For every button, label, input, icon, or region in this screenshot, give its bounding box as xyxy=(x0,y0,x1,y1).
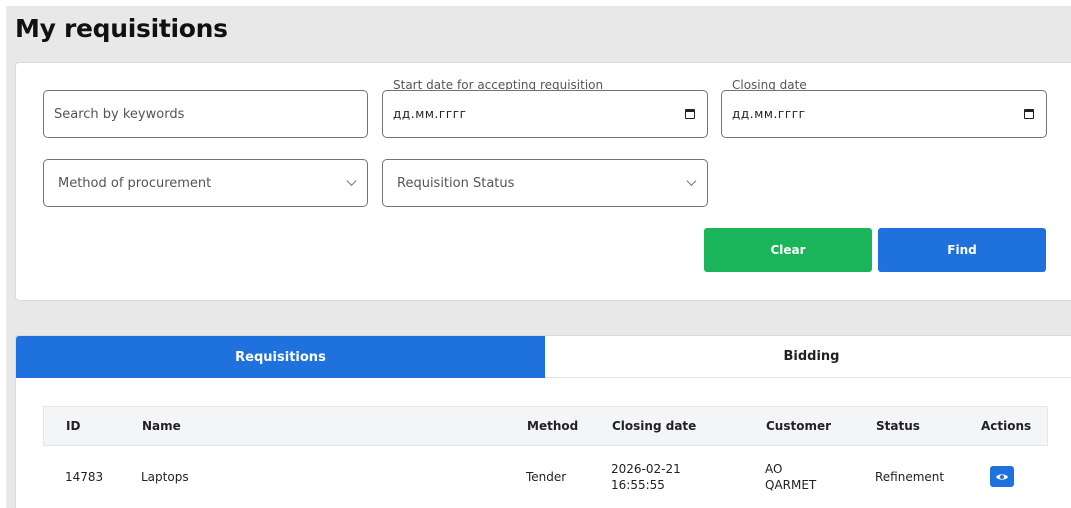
status-select[interactable]: Requisition Status xyxy=(382,159,708,207)
status-select-value: Requisition Status xyxy=(397,175,515,191)
calendar-icon[interactable] xyxy=(685,109,695,119)
chevron-down-icon xyxy=(686,176,697,186)
column-header-name: Name xyxy=(142,419,181,433)
tab-bidding[interactable]: Bidding xyxy=(545,336,1071,378)
clear-button[interactable]: Clear xyxy=(704,228,872,272)
column-header-customer: Customer xyxy=(766,419,832,433)
method-select-value: Method of procurement xyxy=(58,175,212,191)
find-button[interactable]: Find xyxy=(878,228,1046,272)
results-panel: Requisitions Bidding ID Name Method Clos… xyxy=(15,335,1071,508)
closing-date-value: дд.мм.гггг xyxy=(732,107,806,121)
cell-customer-line2: QARMET xyxy=(765,478,817,492)
start-date-value: дд.мм.гггг xyxy=(393,107,467,121)
cell-customer: AO QARMET xyxy=(765,461,816,493)
eye-icon xyxy=(996,473,1008,480)
cell-id: 14783 xyxy=(65,470,104,484)
cell-method: Tender xyxy=(526,470,567,484)
cell-closing-date: 2026-02-21 16:55:55 xyxy=(611,461,681,493)
search-input[interactable]: Search by keywords xyxy=(43,90,368,138)
column-header-closing-date: Closing date xyxy=(612,419,697,433)
start-date-input[interactable]: дд.мм.гггг xyxy=(382,90,708,138)
cell-status: Refinement xyxy=(875,470,945,484)
cell-closing-date-day: 2026-02-21 xyxy=(611,462,681,476)
column-header-status: Status xyxy=(876,419,920,433)
view-button[interactable] xyxy=(990,466,1014,487)
column-header-id: ID xyxy=(66,419,81,433)
search-placeholder: Search by keywords xyxy=(54,106,185,122)
cell-name: Laptops xyxy=(141,470,189,484)
cell-closing-date-time: 16:55:55 xyxy=(611,478,665,492)
cell-customer-line1: AO xyxy=(765,462,783,476)
page-title: My requisitions xyxy=(15,14,228,43)
method-select[interactable]: Method of procurement xyxy=(43,159,368,207)
table-header: ID Name Method Closing date Customer Sta… xyxy=(43,406,1048,446)
tab-requisitions[interactable]: Requisitions xyxy=(16,336,545,378)
table-row: 14783 Laptops Tender 2026-02-21 16:55:55… xyxy=(43,446,1048,508)
calendar-icon[interactable] xyxy=(1024,109,1034,119)
chevron-down-icon xyxy=(346,176,357,186)
column-header-actions: Actions xyxy=(981,419,1032,433)
column-header-method: Method xyxy=(527,419,579,433)
closing-date-input[interactable]: дд.мм.гггг xyxy=(721,90,1047,138)
